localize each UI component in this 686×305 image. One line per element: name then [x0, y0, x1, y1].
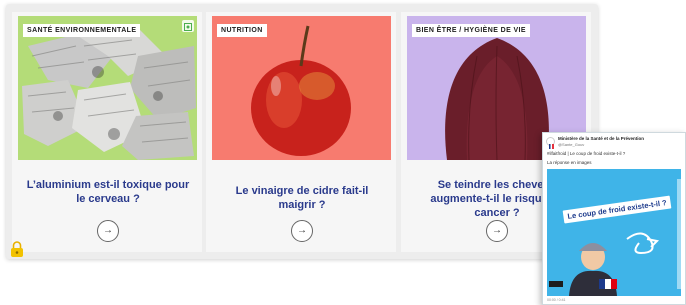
screenshot: SANTÉ ENVIRONNEMENTALE L’aluminium est-i…: [0, 0, 686, 305]
tweet-media[interactable]: Le coup de froid existe-t-il ?: [547, 169, 681, 296]
avatar: [546, 137, 555, 149]
tweet-media-illustration: [547, 169, 681, 296]
tweet-author[interactable]: Ministère de la Santé et de la Préventio…: [558, 136, 644, 141]
expand-icon[interactable]: [182, 20, 194, 32]
tweet-handle[interactable]: @Sante_Gouv: [558, 142, 584, 147]
card-tag: SANTÉ ENVIRONNEMENTALE: [23, 24, 141, 37]
crushed-cans-illustration: [18, 16, 197, 160]
article-card-strip: SANTÉ ENVIRONNEMENTALE L’aluminium est-i…: [6, 4, 598, 259]
card-image-cans: SANTÉ ENVIRONNEMENTALE: [18, 16, 197, 160]
arrow-right-icon[interactable]: →: [291, 220, 313, 242]
apple-illustration: [212, 16, 391, 160]
tweet-text: #ilfaitfroid | Le coup de froid existe-t…: [547, 151, 626, 156]
card-tag: BIEN ÊTRE / HYGIÈNE DE VIE: [412, 24, 530, 37]
arrow-right-icon[interactable]: →: [97, 220, 119, 242]
tweet-embed[interactable]: Ministère de la Santé et de la Préventio…: [542, 132, 686, 305]
tweet-footer: 00:00 / 0:41: [547, 298, 566, 302]
lock-icon[interactable]: [10, 240, 24, 258]
article-card-aluminium[interactable]: SANTÉ ENVIRONNEMENTALE L’aluminium est-i…: [12, 12, 202, 252]
card-tag: NUTRITION: [217, 24, 267, 37]
arrow-right-icon[interactable]: →: [486, 220, 508, 242]
article-card-vinaigre[interactable]: NUTRITION Le vinaigre de cidre fait-il m…: [206, 12, 396, 252]
tweet-text: La réponse en images: [547, 160, 592, 165]
card-title[interactable]: L’aluminium est-il toxique pour le cerve…: [24, 178, 192, 206]
card-image-apple: NUTRITION: [212, 16, 391, 160]
card-title[interactable]: Le vinaigre de cidre fait-il maigrir ?: [218, 184, 386, 212]
